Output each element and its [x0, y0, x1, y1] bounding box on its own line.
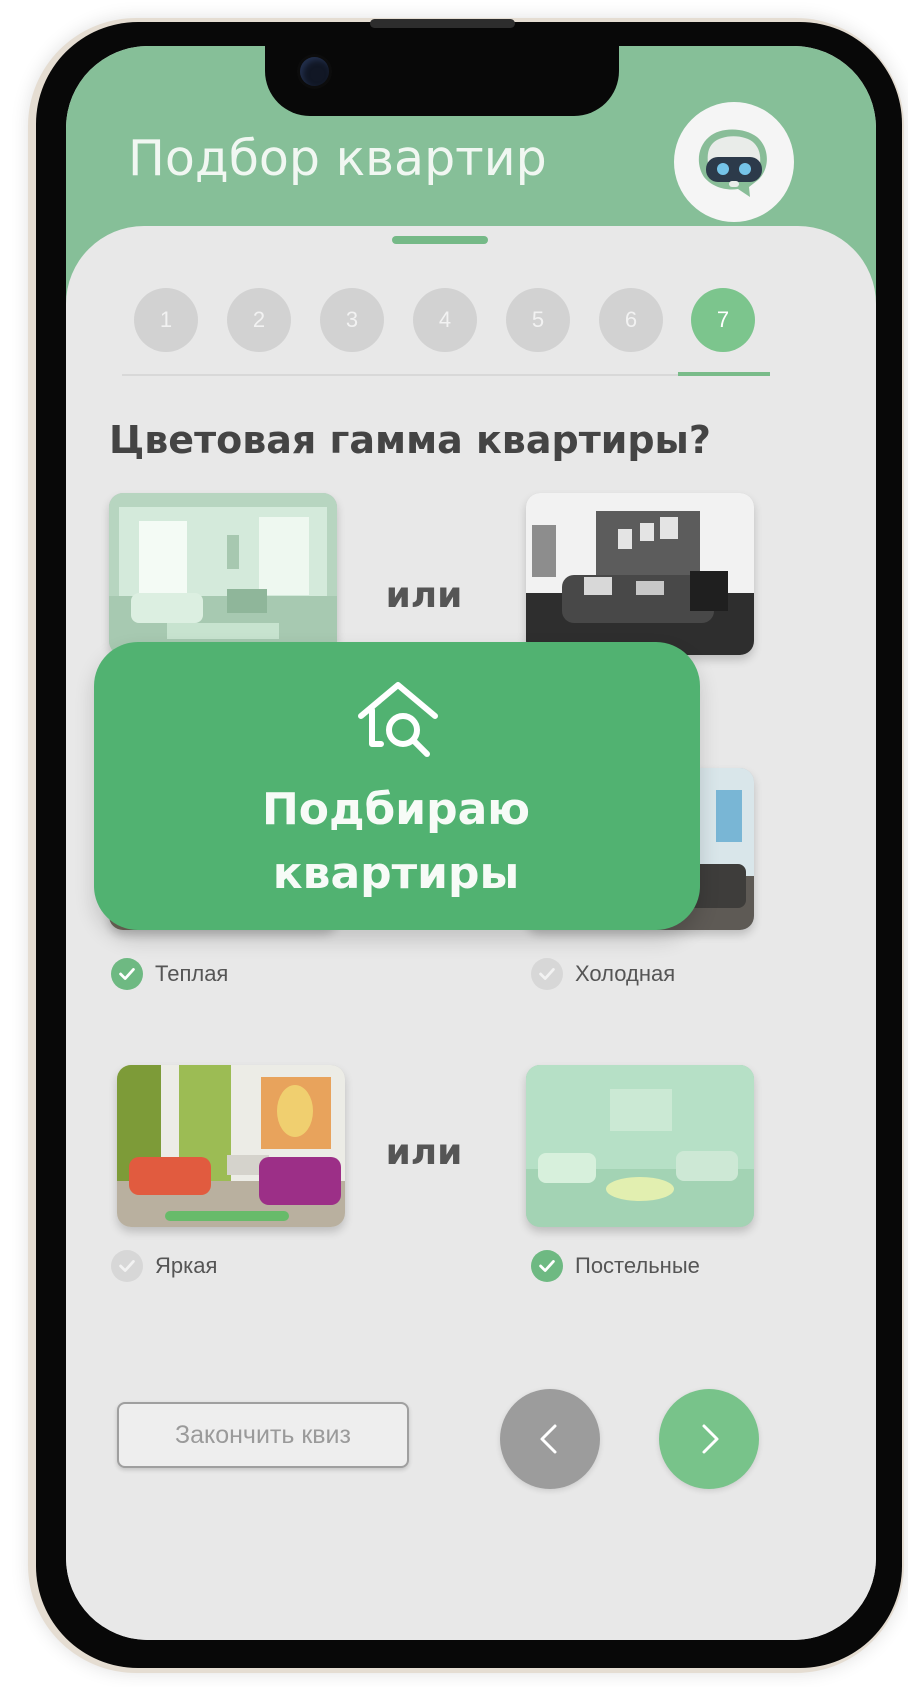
warm-interior-photo[interactable] [109, 493, 337, 655]
option-label-cold: Холодная [575, 961, 676, 986]
front-camera [300, 57, 329, 86]
next-button[interactable] [659, 1389, 759, 1489]
robot-assistant-icon [698, 129, 767, 197]
cool-interior-photo[interactable] [526, 493, 754, 655]
step-4[interactable]: 4 [413, 288, 477, 352]
home-search-icon [358, 682, 438, 757]
option-warm[interactable]: Теплая [111, 955, 228, 993]
warm-interior-image [109, 493, 337, 655]
step-6[interactable]: 6 [599, 288, 663, 352]
step-7[interactable]: 7 [691, 288, 755, 352]
option-pastel[interactable]: Постельные [531, 1247, 700, 1285]
chevron-left-icon [540, 1424, 557, 1454]
progress-divider [122, 374, 770, 376]
question-text: Цветовая гамма квартиры? [109, 418, 711, 462]
check-icon [111, 1250, 143, 1282]
check-icon [531, 958, 563, 990]
step-2[interactable]: 2 [227, 288, 291, 352]
option-label-bright: Яркая [155, 1253, 218, 1278]
drag-handle[interactable] [392, 236, 488, 244]
bright-interior-image [117, 1065, 345, 1227]
option-bright[interactable]: Яркая [111, 1247, 217, 1285]
option-label-warm: Теплая [155, 961, 229, 986]
check-icon [531, 1250, 563, 1282]
step-1[interactable]: 1 [134, 288, 198, 352]
pastel-interior-photo[interactable] [526, 1065, 754, 1227]
step-3[interactable]: 3 [320, 288, 384, 352]
bright-interior-photo[interactable] [117, 1065, 345, 1227]
finish-quiz-button[interactable]: Закончить квиз [117, 1402, 409, 1468]
check-icon [111, 958, 143, 990]
cool-interior-image [526, 493, 754, 655]
loading-message: Подбираю квартиры [261, 784, 531, 899]
separator-text-top: или [385, 575, 463, 616]
option-label-pastel: Постельные [575, 1253, 700, 1278]
page-title: Подбор квартир [128, 130, 547, 187]
pastel-interior-image [526, 1065, 754, 1227]
step-indicator: 1 2 3 4 5 6 7 [134, 288, 759, 354]
option-cold[interactable]: Холодная [531, 955, 675, 993]
step-5[interactable]: 5 [506, 288, 570, 352]
active-progress-line [678, 372, 770, 376]
assistant-button[interactable] [674, 102, 794, 222]
chevron-right-icon [702, 1424, 719, 1454]
back-button[interactable] [500, 1389, 600, 1489]
loading-icon-wrapper [343, 673, 453, 759]
separator-text-bottom: или [385, 1132, 463, 1173]
phone-speaker [370, 19, 515, 28]
